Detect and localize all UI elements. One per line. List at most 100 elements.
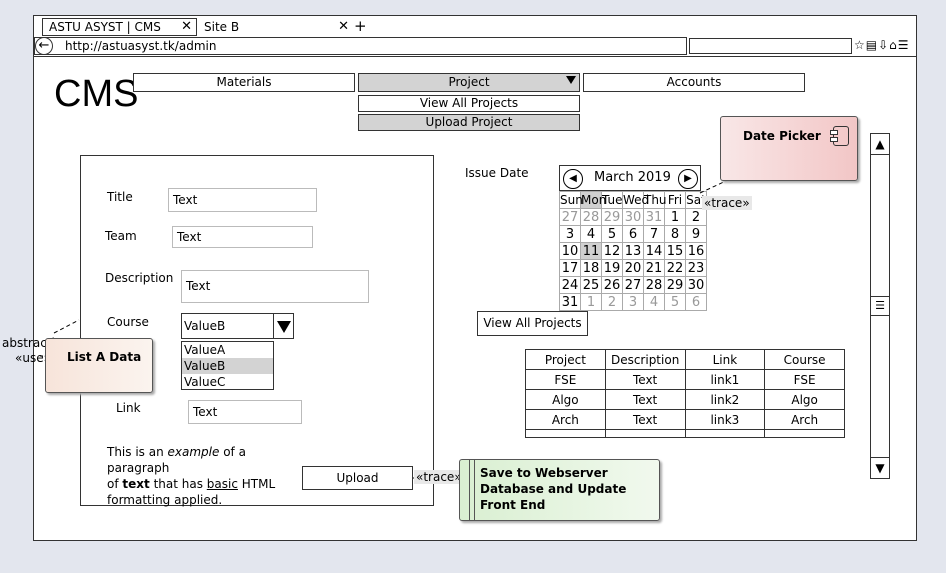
table-cell: Algo: [525, 389, 606, 410]
calendar-day[interactable]: 23: [685, 259, 707, 277]
toolbar-icons[interactable]: ☆▤⇩⌂☰: [854, 38, 910, 52]
table-cell[interactable]: link3: [684, 409, 766, 430]
calendar-day[interactable]: 27: [559, 208, 581, 226]
calendar-day[interactable]: 26: [601, 276, 623, 294]
calendar-day[interactable]: 3: [622, 293, 644, 311]
calendar-day[interactable]: 31: [559, 293, 581, 311]
calendar-day[interactable]: 5: [664, 293, 686, 311]
column-header: Description: [604, 349, 686, 370]
calendar-day[interactable]: 2: [685, 208, 707, 226]
team-input[interactable]: Text: [172, 226, 313, 248]
calendar-day[interactable]: 18: [580, 259, 602, 277]
week-row: 31 1 2 3 4 5 6: [559, 293, 707, 311]
calendar-day[interactable]: 9: [685, 225, 707, 243]
table-row[interactable]: FSE Text link1 FSE: [525, 369, 845, 390]
table-cell[interactable]: link2: [684, 389, 766, 410]
table-cell: Text: [604, 389, 686, 410]
list-a-data-note: List A Data: [45, 338, 153, 393]
close-tab-icon[interactable]: ✕: [181, 19, 192, 35]
calendar-day[interactable]: 27: [622, 276, 644, 294]
calendar-day[interactable]: 4: [643, 293, 665, 311]
calendar-day[interactable]: 24: [559, 276, 581, 294]
calendar-day[interactable]: 1: [580, 293, 602, 311]
calendar-day[interactable]: 16: [685, 242, 707, 260]
scroll-down-icon[interactable]: ▼: [871, 457, 889, 478]
calendar-day[interactable]: 29: [664, 276, 686, 294]
column-header: Link: [684, 349, 766, 370]
calendar-day[interactable]: 30: [622, 208, 644, 226]
calendar-day[interactable]: 19: [601, 259, 623, 277]
column-header: Project: [525, 349, 606, 370]
table-row[interactable]: Arch Text link3 Arch: [525, 409, 845, 430]
menu-upload-project[interactable]: Upload Project: [358, 114, 580, 131]
calendar-day[interactable]: 10: [559, 242, 581, 260]
note-bar-icon: [469, 460, 475, 520]
calendar-day[interactable]: 15: [664, 242, 686, 260]
calendar-day[interactable]: 7: [643, 225, 665, 243]
menu-view-all-projects[interactable]: View All Projects: [358, 95, 580, 112]
close-tab-icon[interactable]: ✕: [338, 18, 349, 36]
calendar-day[interactable]: 22: [664, 259, 686, 277]
list-item[interactable]: ValueB: [182, 358, 273, 374]
issue-date-label: Issue Date: [465, 166, 529, 180]
calendar-day[interactable]: 20: [622, 259, 644, 277]
next-month-icon[interactable]: ▶: [678, 169, 698, 189]
back-icon[interactable]: ←: [35, 37, 53, 55]
url-bar[interactable]: http://astuasyst.tk/admin: [34, 37, 687, 55]
scroll-up-icon[interactable]: ▲: [871, 134, 889, 155]
calendar-day[interactable]: 12: [601, 242, 623, 260]
calendar-day[interactable]: 29: [601, 208, 623, 226]
week-row: 3 4 5 6 7 8 9: [559, 225, 707, 243]
list-item[interactable]: ValueC: [182, 374, 273, 390]
tab-label: Site B: [204, 20, 240, 34]
description-input[interactable]: Text: [181, 270, 369, 303]
dropdown-button[interactable]: [273, 314, 294, 338]
tab-site-b[interactable]: Site B ✕: [197, 18, 353, 36]
calendar-day[interactable]: 30: [685, 276, 707, 294]
calendar-day[interactable]: 28: [580, 208, 602, 226]
nav-project[interactable]: Project: [358, 73, 580, 92]
calendar-day[interactable]: 1: [664, 208, 686, 226]
course-selected-value: ValueB: [184, 319, 226, 333]
calendar-day[interactable]: 17: [559, 259, 581, 277]
calendar-day[interactable]: 2: [601, 293, 623, 311]
calendar-day[interactable]: 28: [643, 276, 665, 294]
table-cell[interactable]: link1: [684, 369, 766, 390]
calendar-day[interactable]: 25: [580, 276, 602, 294]
title-input[interactable]: Text: [168, 188, 317, 212]
prev-month-icon[interactable]: ◀: [563, 169, 583, 189]
nav-materials[interactable]: Materials: [133, 73, 355, 92]
table-cell: Arch: [525, 409, 606, 430]
course-label: Course: [107, 315, 149, 329]
calendar-day[interactable]: 8: [664, 225, 686, 243]
url-text: http://astuasyst.tk/admin: [65, 39, 217, 53]
upload-button[interactable]: Upload: [302, 466, 413, 490]
table-cell: Text: [604, 409, 686, 430]
calendar-day[interactable]: 21: [643, 259, 665, 277]
link-input[interactable]: Text: [188, 400, 302, 424]
calendar-day[interactable]: 5: [601, 225, 623, 243]
new-tab-icon[interactable]: +: [354, 17, 367, 35]
list-item[interactable]: ValueA: [182, 342, 273, 358]
vertical-scrollbar[interactable]: ▲ ☰ ▼: [870, 133, 890, 479]
calendar-day[interactable]: 6: [622, 225, 644, 243]
calendar-day[interactable]: 31: [643, 208, 665, 226]
calendar-day[interactable]: 13: [622, 242, 644, 260]
calendar-day[interactable]: 14: [643, 242, 665, 260]
table-row[interactable]: Algo Text link2 Algo: [525, 389, 845, 410]
calendar-header: ◀ March 2019 ▶: [559, 165, 701, 191]
nav-accounts[interactable]: Accounts: [583, 73, 805, 92]
calendar-day-today[interactable]: 11: [580, 242, 602, 260]
scroll-thumb[interactable]: ☰: [871, 296, 889, 316]
view-all-projects-button[interactable]: View All Projects: [477, 311, 588, 336]
cms-logo: CMS: [54, 73, 139, 115]
table-cell: FSE: [764, 369, 845, 390]
course-select[interactable]: ValueB: [181, 313, 294, 339]
formatted-paragraph: This is an example of a paragraph of tex…: [107, 445, 276, 507]
search-input[interactable]: [689, 38, 852, 54]
calendar-day[interactable]: 4: [580, 225, 602, 243]
tab-astu-cms[interactable]: ASTU ASYST | CMS ✕: [42, 18, 197, 36]
week-row: 27 28 29 30 31 1 2: [559, 208, 707, 226]
calendar-day[interactable]: 3: [559, 225, 581, 243]
calendar-day[interactable]: 6: [685, 293, 707, 311]
